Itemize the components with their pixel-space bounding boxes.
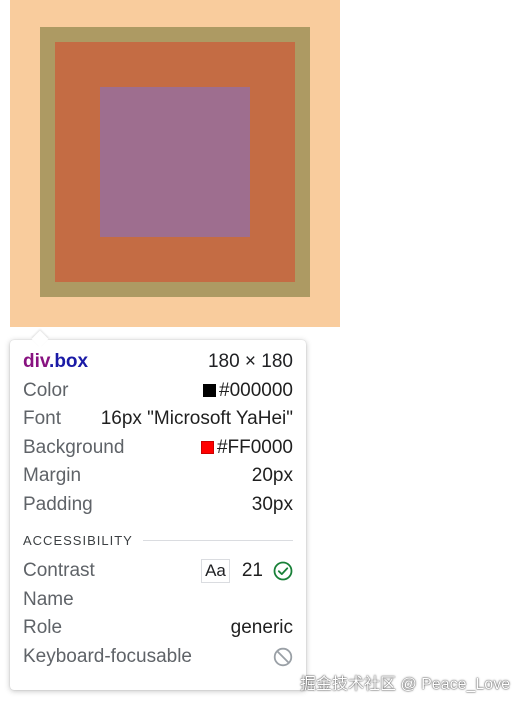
a11y-row-role: Role generic [23, 614, 293, 643]
element-tag: div [23, 351, 50, 373]
padding-label: Padding [23, 493, 93, 515]
watermark: 掘金技术社区 @ Peace_Love [300, 676, 511, 693]
contrast-label: Contrast [23, 560, 95, 582]
background-label: Background [23, 436, 125, 458]
color-value: #000000 [219, 379, 293, 401]
contrast-ratio: 21 [241, 560, 263, 582]
font-value: 16px "Microsoft YaHei" [100, 408, 293, 430]
element-selector: div.box [23, 351, 88, 373]
element-header: div.box 180 × 180 [23, 348, 293, 377]
tooltip-arrow [31, 330, 49, 348]
section-divider [142, 539, 293, 541]
color-label: Color [23, 379, 69, 401]
contrast-sample: Aa [201, 559, 230, 584]
element-dimensions: 180 × 180 [207, 351, 293, 373]
style-row-background: Background #FF0000 [23, 434, 293, 463]
accessibility-title: ACCESSIBILITY [23, 532, 133, 548]
style-row-color: Color #000000 [23, 377, 293, 406]
font-label: Font [23, 408, 62, 430]
accessibility-section-header: ACCESSIBILITY [23, 523, 293, 557]
padding-value: 30px [251, 493, 293, 515]
background-swatch [200, 441, 214, 455]
content-highlight [100, 87, 250, 237]
not-allowed-icon [273, 647, 293, 667]
role-value: generic [230, 617, 293, 639]
check-circle-icon [273, 561, 293, 581]
margin-label: Margin [23, 465, 82, 487]
element-class: .box [49, 351, 89, 373]
background-value: #FF0000 [216, 436, 293, 458]
name-label: Name [23, 588, 74, 610]
color-swatch [203, 384, 217, 398]
keyboard-label: Keyboard-focusable [23, 645, 192, 667]
a11y-row-name: Name [23, 586, 293, 615]
style-row-font: Font 16px "Microsoft YaHei" [23, 405, 293, 434]
inspect-tooltip: div.box 180 × 180 Color #000000 Font 16p… [10, 330, 306, 690]
a11y-row-keyboard: Keyboard-focusable [23, 643, 293, 672]
a11y-row-contrast: Contrast Aa 21 [23, 557, 293, 586]
margin-value: 20px [251, 465, 293, 487]
style-row-margin: Margin 20px [23, 462, 293, 491]
role-label: Role [23, 617, 63, 639]
style-row-padding: Padding 30px [23, 491, 293, 520]
